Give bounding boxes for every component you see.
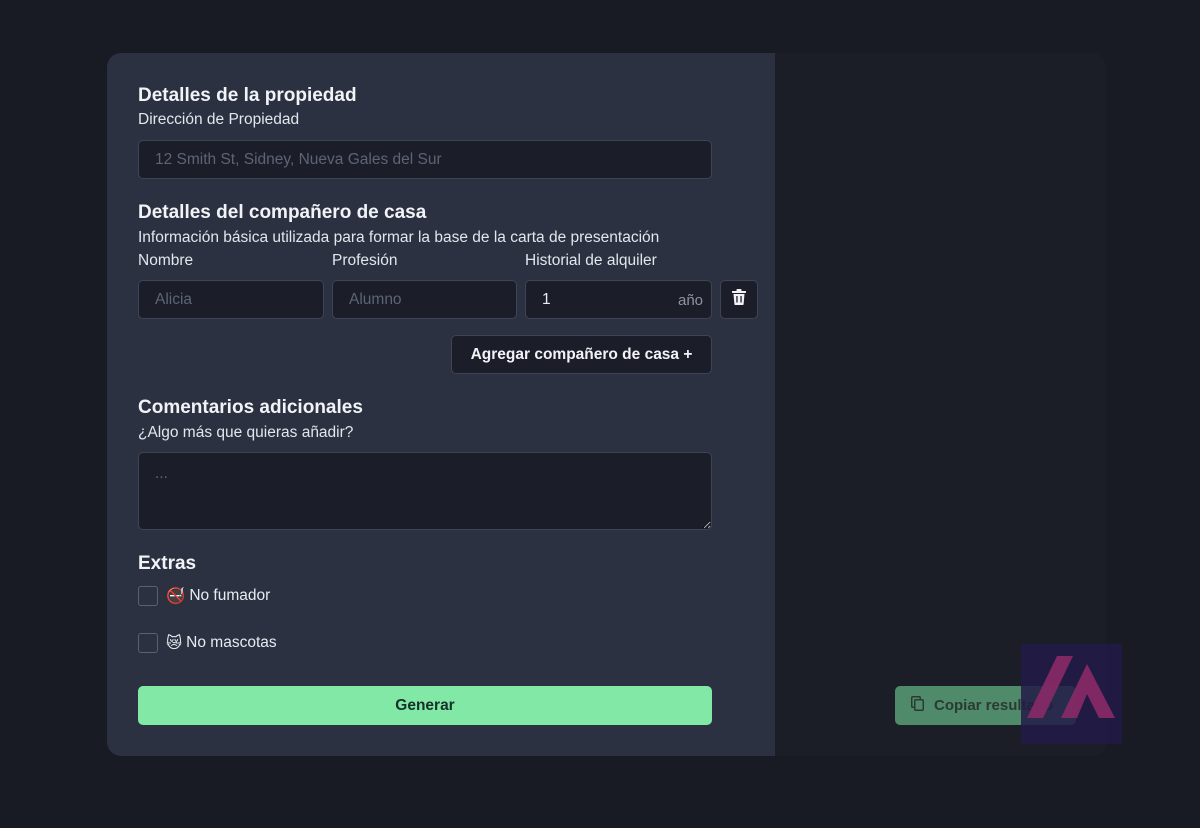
extras-heading: Extras xyxy=(138,553,197,574)
comments-description: ¿Algo más que quieras añadir? xyxy=(138,424,354,441)
name-input[interactable] xyxy=(138,280,324,319)
trash-icon xyxy=(732,289,746,310)
property-heading: Detalles de la propiedad xyxy=(138,85,357,106)
name-label: Nombre xyxy=(138,252,194,269)
generate-button[interactable]: Generar xyxy=(138,686,712,725)
add-housemate-button[interactable]: Agregar compañero de casa + xyxy=(451,335,712,374)
main-card: Detalles de la propiedad Dirección de Pr… xyxy=(107,53,1106,756)
form-panel: Detalles de la propiedad Dirección de Pr… xyxy=(107,53,775,756)
no-smoking-checkbox[interactable] xyxy=(138,586,158,606)
housemate-description: Información básica utilizada para formar… xyxy=(138,229,660,246)
no-smoking-emoji: 🚭 xyxy=(166,587,186,605)
extra-option-no-smoking[interactable]: 🚭 No fumador xyxy=(138,586,270,606)
history-suffix: año xyxy=(678,292,704,309)
no-pets-checkbox[interactable] xyxy=(138,633,158,653)
comments-textarea[interactable] xyxy=(138,452,712,530)
logo-mark-icon xyxy=(1027,656,1115,718)
delete-housemate-button[interactable] xyxy=(720,280,758,319)
profession-label: Profesión xyxy=(332,252,398,269)
address-input[interactable] xyxy=(138,140,712,179)
no-pets-emoji: 😿 xyxy=(166,634,183,652)
history-label: Historial de alquiler xyxy=(525,252,657,269)
no-pets-label: No mascotas xyxy=(186,634,277,651)
extra-option-no-pets[interactable]: 😿 No mascotas xyxy=(138,633,277,653)
logo-watermark xyxy=(1021,644,1122,744)
address-label: Dirección de Propiedad xyxy=(138,111,300,128)
comments-heading: Comentarios adicionales xyxy=(138,397,363,418)
profession-input[interactable] xyxy=(332,280,517,319)
copy-icon xyxy=(911,696,924,715)
no-smoking-label: No fumador xyxy=(189,587,271,604)
housemate-heading: Detalles del compañero de casa xyxy=(138,202,427,223)
